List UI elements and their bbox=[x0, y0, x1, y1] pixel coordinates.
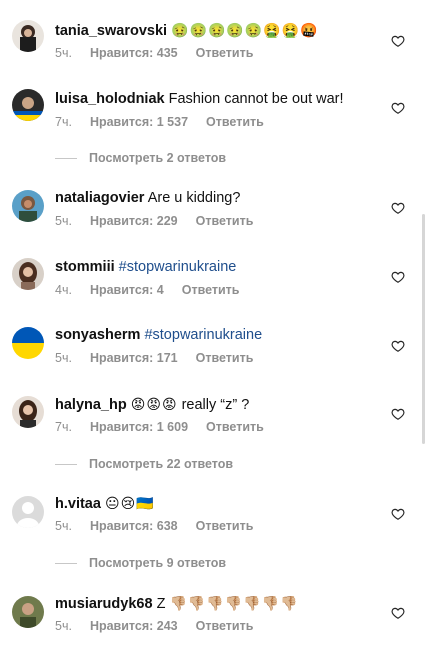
heart-icon[interactable] bbox=[391, 339, 405, 353]
hashtag-link[interactable]: #stopwarinukraine bbox=[144, 327, 262, 343]
reply-button[interactable]: Ответить bbox=[196, 214, 254, 228]
timestamp: 7ч. bbox=[55, 420, 72, 434]
comment-meta: 5ч. Нравится: 171 Ответить bbox=[55, 351, 271, 366]
username[interactable]: nataliagovier bbox=[55, 190, 144, 206]
username[interactable]: sonyasherm bbox=[55, 327, 140, 343]
comment-text: really “z” ? bbox=[181, 397, 250, 413]
comment-line: h.vitaa 😐😢🇺🇦 bbox=[55, 494, 155, 513]
heart-icon[interactable] bbox=[391, 201, 405, 215]
divider bbox=[55, 157, 77, 159]
divider bbox=[55, 562, 77, 564]
timestamp: 4ч. bbox=[55, 283, 72, 297]
comment-emoji: 👎🏼👎🏼👎🏼👎🏼👎🏼👎🏼👎🏼 bbox=[169, 595, 299, 611]
view-replies-button[interactable]: Посмотреть 2 ответов bbox=[55, 151, 226, 165]
view-replies-label[interactable]: Посмотреть 9 ответов bbox=[89, 556, 226, 570]
comment-text: Fashion cannot be out war! bbox=[168, 91, 344, 107]
reply-button[interactable]: Ответить bbox=[182, 283, 240, 297]
username[interactable]: halyna_hp bbox=[55, 397, 127, 413]
reply-button[interactable]: Ответить bbox=[196, 46, 254, 60]
timestamp: 5ч. bbox=[55, 214, 72, 228]
heart-icon[interactable] bbox=[391, 34, 405, 48]
comment-emoji: 😡😡😡 bbox=[130, 396, 178, 412]
username[interactable]: musiarudyk68 bbox=[55, 596, 153, 612]
avatar[interactable] bbox=[12, 396, 44, 428]
reply-button[interactable]: Ответить bbox=[196, 351, 254, 365]
comment-text: Are u kidding? bbox=[147, 190, 241, 206]
hashtag-link[interactable]: #stopwarinukraine bbox=[119, 259, 237, 275]
avatar[interactable] bbox=[12, 258, 44, 290]
comment-text: Z bbox=[156, 596, 166, 612]
timestamp: 5ч. bbox=[55, 351, 72, 365]
avatar[interactable] bbox=[12, 327, 44, 359]
likes-count[interactable]: Нравится: 638 bbox=[90, 519, 178, 533]
likes-count[interactable]: Нравится: 229 bbox=[90, 214, 178, 228]
heart-icon[interactable] bbox=[391, 507, 405, 521]
avatar[interactable] bbox=[12, 190, 44, 222]
comment-emoji: 😐😢🇺🇦 bbox=[104, 495, 155, 511]
avatar[interactable] bbox=[12, 596, 44, 628]
comment-emoji: 🤢🤢🤢🤢🤢🤮🤮🤬 bbox=[171, 22, 319, 38]
comment-line: stommiii #stopwarinukraine bbox=[55, 258, 236, 276]
likes-count[interactable]: Нравится: 1 609 bbox=[90, 420, 188, 434]
comment-meta: 7ч. Нравится: 1 537 Ответить bbox=[55, 115, 282, 130]
heart-icon[interactable] bbox=[391, 270, 405, 284]
username[interactable]: tania_swarovski bbox=[55, 23, 167, 39]
reply-button[interactable]: Ответить bbox=[196, 619, 254, 633]
comment-meta: 5ч. Нравится: 243 Ответить bbox=[55, 619, 271, 634]
view-replies-label[interactable]: Посмотреть 2 ответов bbox=[89, 151, 226, 165]
timestamp: 5ч. bbox=[55, 46, 72, 60]
avatar[interactable] bbox=[12, 20, 44, 52]
likes-count[interactable]: Нравится: 243 bbox=[90, 619, 178, 633]
avatar[interactable] bbox=[12, 496, 44, 528]
avatar[interactable] bbox=[12, 89, 44, 121]
comment-meta: 5ч. Нравится: 435 Ответить bbox=[55, 46, 271, 61]
comment-line: tania_swarovski 🤢🤢🤢🤢🤢🤮🤮🤬 bbox=[55, 21, 319, 40]
comment-line: halyna_hp 😡😡😡 really “z” ? bbox=[55, 395, 249, 414]
timestamp: 5ч. bbox=[55, 519, 72, 533]
view-replies-button[interactable]: Посмотреть 9 ответов bbox=[55, 556, 226, 570]
heart-icon[interactable] bbox=[391, 606, 405, 620]
reply-button[interactable]: Ответить bbox=[196, 519, 254, 533]
view-replies-button[interactable]: Посмотреть 22 ответов bbox=[55, 457, 233, 471]
username[interactable]: luisa_holodniak bbox=[55, 91, 165, 107]
comment-meta: 5ч. Нравится: 229 Ответить bbox=[55, 214, 271, 229]
comment-line: nataliagovier Are u kidding? bbox=[55, 189, 240, 207]
comment-meta: 7ч. Нравится: 1 609 Ответить bbox=[55, 420, 282, 435]
view-replies-label[interactable]: Посмотреть 22 ответов bbox=[89, 457, 233, 471]
likes-count[interactable]: Нравится: 4 bbox=[90, 283, 164, 297]
likes-count[interactable]: Нравится: 171 bbox=[90, 351, 178, 365]
reply-button[interactable]: Ответить bbox=[206, 420, 264, 434]
timestamp: 7ч. bbox=[55, 115, 72, 129]
comment-line: musiarudyk68 Z 👎🏼👎🏼👎🏼👎🏼👎🏼👎🏼👎🏼 bbox=[55, 594, 298, 613]
comment-line: luisa_holodniak Fashion cannot be out wa… bbox=[55, 90, 344, 108]
heart-icon[interactable] bbox=[391, 101, 405, 115]
comment-meta: 5ч. Нравится: 638 Ответить bbox=[55, 519, 271, 534]
comment-line: sonyasherm #stopwarinukraine bbox=[55, 326, 262, 344]
username[interactable]: stommiii bbox=[55, 259, 115, 275]
likes-count[interactable]: Нравится: 435 bbox=[90, 46, 178, 60]
comment-meta: 4ч. Нравится: 4 Ответить bbox=[55, 283, 257, 298]
divider bbox=[55, 463, 77, 465]
heart-icon[interactable] bbox=[391, 407, 405, 421]
username[interactable]: h.vitaa bbox=[55, 496, 101, 512]
timestamp: 5ч. bbox=[55, 619, 72, 633]
reply-button[interactable]: Ответить bbox=[206, 115, 264, 129]
likes-count[interactable]: Нравится: 1 537 bbox=[90, 115, 188, 129]
